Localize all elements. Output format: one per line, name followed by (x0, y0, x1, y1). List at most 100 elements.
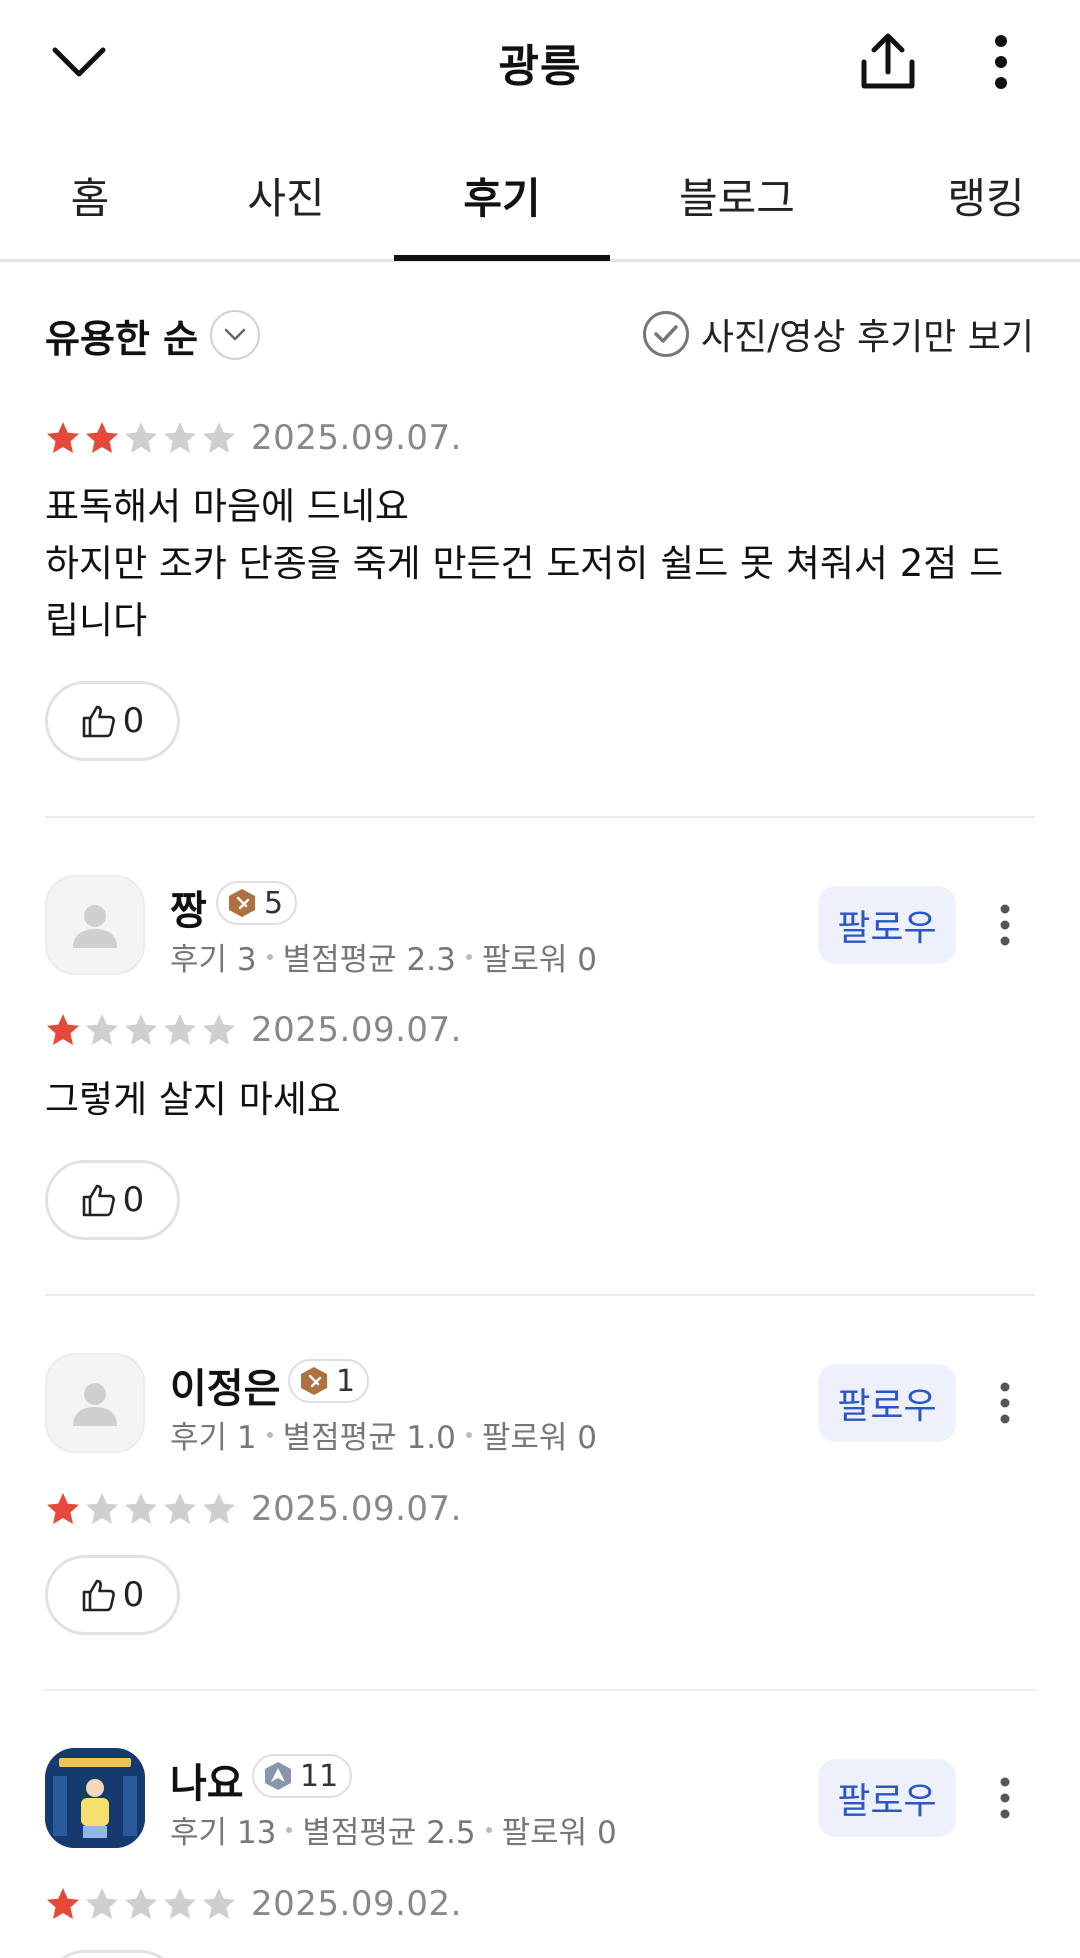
user-stats: 후기 1 별점평균 1.0 팔로워 0 (170, 1412, 597, 1457)
review-date: 2025.09.07. (251, 1010, 462, 1050)
check-circle-icon (642, 311, 689, 357)
star-rating (45, 1012, 237, 1048)
star-rating (45, 420, 237, 456)
user-level-badge: 5 (216, 881, 298, 925)
review-rating: 2025.09.07. (45, 418, 462, 458)
star-empty-icon (203, 1493, 235, 1524)
star-empty-icon (125, 1493, 157, 1524)
like-count: 0 (122, 701, 145, 741)
user-average-rating: 별점평균 1.0 (282, 1420, 456, 1456)
user-average-rating: 별점평균 2.5 (302, 1815, 476, 1851)
avatar[interactable] (45, 1353, 145, 1453)
user-review-count: 후기 3 (170, 942, 257, 978)
user-follower-count: 팔로워 0 (501, 1815, 617, 1851)
review-rating: 2025.09.07. (45, 1010, 462, 1050)
review-options-button[interactable] (985, 1763, 1025, 1833)
review-rating: 2025.09.07. (45, 1489, 462, 1529)
user-follower-count: 팔로워 0 (481, 1420, 597, 1456)
user-level-badge: 1 (288, 1359, 370, 1403)
like-count: 0 (122, 1180, 145, 1220)
more-vertical-icon (1000, 1382, 1010, 1424)
level-badge-icon (265, 1762, 291, 1790)
review-options-button[interactable] (985, 1368, 1025, 1438)
user-stats: 후기 13 별점평균 2.5 팔로워 0 (170, 1807, 617, 1852)
follow-button[interactable]: 팔로우 (818, 886, 956, 964)
follow-button[interactable]: 팔로우 (818, 1759, 956, 1837)
user-average-rating: 별점평균 2.3 (282, 942, 456, 978)
star-empty-icon (203, 1888, 235, 1919)
star-empty-icon (86, 1014, 118, 1045)
divider (45, 816, 1035, 818)
review-text: 표독해서 마음에 드네요 하지만 조카 단종을 죽게 만든건 도저히 쉴드 못 … (45, 485, 1004, 642)
tab-home[interactable]: 홈 (70, 165, 110, 226)
review-text: 그렇게 살지 마세요 (45, 1078, 341, 1121)
like-button[interactable]: 0 (45, 681, 180, 761)
user-follower-count: 팔로워 0 (481, 942, 597, 978)
star-empty-icon (125, 1888, 157, 1919)
default-user-icon (73, 1383, 117, 1426)
more-vertical-icon (995, 35, 1007, 89)
star-filled-icon (47, 1493, 79, 1524)
divider (45, 1689, 1035, 1691)
active-tab-indicator (394, 255, 610, 261)
more-vertical-icon (1000, 904, 1010, 946)
tab-photos[interactable]: 사진 (236, 165, 336, 226)
review-rating: 2025.09.02. (45, 1884, 462, 1924)
share-button[interactable] (843, 22, 933, 102)
avatar[interactable] (45, 875, 145, 975)
review-options-button[interactable] (985, 890, 1025, 960)
tab-bar: 홈 사진 후기 블로그 랭킹 (0, 125, 1080, 262)
avatar[interactable] (45, 1748, 145, 1848)
star-empty-icon (164, 422, 196, 453)
user-stats: 후기 3 별점평균 2.3 팔로워 0 (170, 934, 597, 979)
star-empty-icon (164, 1888, 196, 1919)
chevron-down-icon (224, 328, 246, 341)
tab-reviews[interactable]: 후기 (452, 165, 552, 226)
user-level-badge: 11 (252, 1754, 353, 1798)
thumbs-up-icon (82, 1184, 115, 1217)
photo-video-filter-toggle[interactable]: 사진/영상 후기만 보기 (642, 308, 1034, 360)
more-options-button[interactable] (956, 22, 1046, 102)
follow-button[interactable]: 팔로우 (818, 1364, 956, 1442)
level-badge-icon (229, 889, 255, 917)
thumbs-up-icon (82, 705, 115, 738)
review-date: 2025.09.07. (251, 418, 462, 458)
default-user-icon (73, 905, 117, 948)
like-count: 0 (122, 1575, 145, 1615)
star-empty-icon (125, 422, 157, 453)
photo-filter-label: 사진/영상 후기만 보기 (700, 317, 1034, 358)
thumbs-up-icon (82, 1579, 115, 1612)
star-empty-icon (203, 1014, 235, 1045)
star-filled-icon (86, 422, 118, 453)
share-icon (861, 33, 915, 89)
tab-ranking[interactable]: 랭킹 (926, 165, 1046, 226)
sort-dropdown-button[interactable] (210, 310, 260, 360)
user-level: 11 (300, 1758, 339, 1794)
star-rating (45, 1491, 237, 1527)
star-filled-icon (47, 422, 79, 453)
user-review-count: 후기 13 (170, 1815, 277, 1851)
star-filled-icon (47, 1014, 79, 1045)
star-empty-icon (86, 1888, 118, 1919)
user-name[interactable]: 나요 (170, 1751, 244, 1809)
review-filter-row: 유용한 순 사진/영상 후기만 보기 (0, 300, 1080, 370)
star-empty-icon (164, 1493, 196, 1524)
review-date: 2025.09.02. (251, 1884, 462, 1924)
star-empty-icon (203, 422, 235, 453)
like-button[interactable]: 0 (45, 1160, 180, 1240)
user-level: 1 (336, 1363, 356, 1399)
sort-label[interactable]: 유용한 순 (45, 308, 198, 363)
like-button[interactable] (45, 1950, 180, 1958)
review-date: 2025.09.07. (251, 1489, 462, 1529)
star-filled-icon (47, 1888, 79, 1919)
user-name[interactable]: 짱 (170, 878, 207, 936)
star-empty-icon (164, 1014, 196, 1045)
star-empty-icon (125, 1014, 157, 1045)
like-button[interactable]: 0 (45, 1555, 180, 1635)
level-badge-icon (301, 1367, 327, 1395)
user-level: 5 (264, 885, 284, 921)
user-name[interactable]: 이정은 (170, 1356, 280, 1414)
user-review-count: 후기 1 (170, 1420, 257, 1456)
star-rating (45, 1886, 237, 1922)
tab-blog[interactable]: 블로그 (672, 165, 802, 226)
